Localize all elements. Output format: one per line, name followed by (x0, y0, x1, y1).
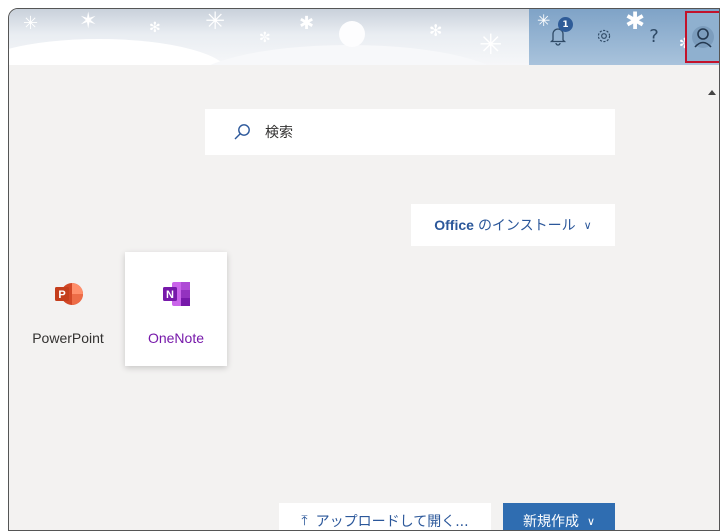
banner-moon (339, 21, 365, 47)
snowflake-icon: ✳ (23, 13, 39, 34)
onenote-icon: N (162, 280, 190, 308)
snowflake-icon: ✱ (299, 13, 315, 34)
chevron-down-icon: ∨ (586, 514, 596, 528)
banner-hill (189, 45, 509, 65)
upload-and-open-button[interactable]: ⤒ アップロードして開く... (279, 503, 491, 530)
account-avatar-button[interactable] (685, 11, 719, 63)
new-document-button[interactable]: 新規作成 ∨ (503, 503, 615, 530)
scroll-up-arrow[interactable] (707, 83, 717, 95)
snowflake-icon: ✻ (429, 21, 443, 40)
snowflake-icon: ✳ (479, 28, 503, 61)
install-office-brand: Office (434, 217, 474, 233)
new-label: 新規作成 (522, 514, 579, 530)
app-tile-onenote[interactable]: N OneNote (125, 252, 227, 366)
notification-badge: 1 (558, 17, 573, 32)
upload-arrow-icon: ⤒ (301, 513, 308, 529)
powerpoint-icon: P (54, 280, 83, 308)
snowflake-icon: ✼ (259, 30, 271, 46)
svg-text:N: N (166, 289, 174, 301)
search-icon (234, 124, 250, 140)
app-window: ✳ ✶ ✻ ✳ ✼ ✱ ✻ ✳ ✳ ✱ ✼ 1 ? (8, 8, 720, 531)
settings-button[interactable] (589, 19, 619, 53)
notifications-button[interactable]: 1 (543, 17, 573, 53)
gear-icon (597, 29, 611, 43)
install-office-button[interactable]: Office のインストール ∨ (411, 204, 615, 246)
search-input[interactable]: 検索 (205, 109, 615, 155)
avatar-icon (692, 26, 714, 48)
upload-label: アップロードして開く... (315, 514, 469, 530)
svg-text:P: P (58, 289, 65, 301)
banner-hill (9, 39, 229, 65)
app-label-powerpoint: PowerPoint (32, 330, 104, 346)
help-button[interactable]: ? (639, 19, 669, 53)
search-placeholder: 検索 (265, 125, 293, 141)
app-tile-powerpoint[interactable]: P PowerPoint (17, 252, 119, 366)
chevron-up-icon (708, 90, 716, 95)
chevron-down-icon: ∨ (583, 218, 592, 232)
snowflake-icon: ✻ (149, 20, 161, 36)
app-label-onenote: OneNote (147, 330, 205, 346)
snowflake-icon: ✳ (205, 9, 226, 35)
snowflake-icon: ✶ (79, 9, 98, 34)
header-banner: ✳ ✶ ✻ ✳ ✼ ✱ ✻ ✳ ✳ ✱ ✼ 1 ? (9, 9, 719, 65)
help-icon: ? (649, 25, 659, 47)
install-office-label: のインストール (477, 218, 576, 234)
